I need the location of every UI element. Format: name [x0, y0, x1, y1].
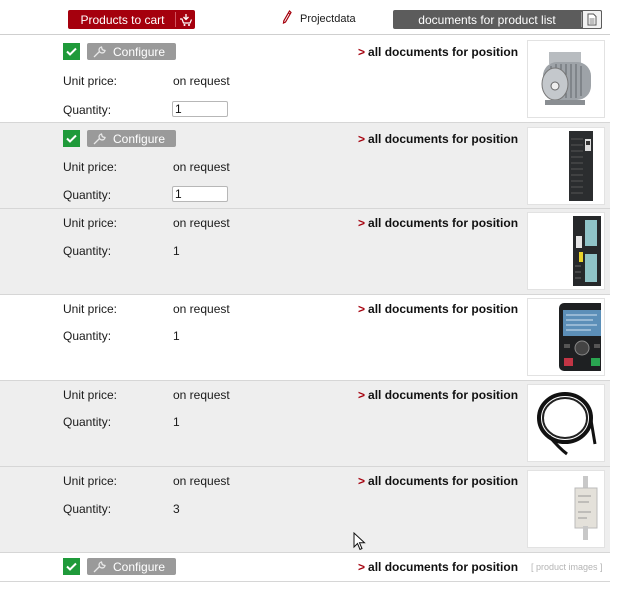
- unit-price-label: Unit price:: [63, 474, 118, 488]
- configure-button[interactable]: Configure: [87, 43, 176, 60]
- projectdata-link[interactable]: Projectdata: [282, 10, 356, 27]
- quantity-value: 1: [173, 415, 180, 429]
- product-images-placeholder: [ product images ]: [531, 562, 603, 572]
- configure-group: Configure: [63, 558, 176, 575]
- chevron-right-icon: >: [358, 132, 366, 146]
- chevron-right-icon: >: [358, 560, 366, 574]
- position-row: Configure Unit price: on request Quantit…: [0, 123, 610, 209]
- all-documents-label: all documents for position: [368, 45, 519, 59]
- unit-price-label: Unit price:: [63, 74, 118, 88]
- products-to-cart-label: Products to cart: [80, 12, 165, 27]
- wrench-icon: [93, 132, 107, 145]
- unit-price-label: Unit price:: [63, 160, 118, 174]
- pencil-icon: [282, 10, 292, 27]
- all-documents-link[interactable]: > all documents for position: [358, 302, 518, 316]
- projectdata-label: Projectdata: [300, 12, 356, 25]
- configure-label: Configure: [113, 44, 166, 59]
- products-to-cart-button[interactable]: Products to cart: [68, 10, 195, 29]
- quantity-value: 3: [173, 502, 180, 516]
- chevron-right-icon: >: [358, 302, 366, 316]
- position-row: Unit price: on request Quantity: 1 > all…: [0, 209, 610, 295]
- chevron-right-icon: >: [358, 388, 366, 402]
- mouse-cursor-icon: [353, 531, 367, 555]
- unit-price-label: Unit price:: [63, 388, 118, 402]
- position-row: Configure Unit price: on request Quantit…: [0, 36, 610, 123]
- product-image-operator-panel[interactable]: [527, 298, 605, 376]
- all-documents-link[interactable]: > all documents for position: [358, 132, 518, 146]
- product-image-cable[interactable]: [527, 384, 605, 462]
- checkmark-icon[interactable]: [63, 558, 80, 575]
- product-image-motor[interactable]: [527, 40, 605, 118]
- quantity-label: Quantity:: [63, 188, 112, 202]
- quantity-input[interactable]: [172, 186, 228, 202]
- all-documents-label: all documents for position: [368, 302, 519, 316]
- wrench-icon: [93, 560, 107, 573]
- cart-download-icon: [176, 13, 195, 27]
- all-documents-label: all documents for position: [368, 560, 519, 574]
- unit-price-label: Unit price:: [63, 216, 118, 230]
- configure-label: Configure: [113, 559, 166, 574]
- product-image-inverter-power-module[interactable]: [527, 127, 605, 205]
- all-documents-link[interactable]: > all documents for position: [358, 388, 518, 402]
- all-documents-link[interactable]: > all documents for position: [358, 474, 518, 488]
- wrench-icon: [93, 45, 107, 58]
- quantity-value: 1: [173, 244, 180, 258]
- document-icon: [582, 10, 602, 29]
- all-documents-link[interactable]: > all documents for position: [358, 560, 518, 574]
- quantity-input[interactable]: [172, 101, 228, 117]
- quantity-label: Quantity:: [63, 329, 112, 343]
- quantity-value: 1: [173, 329, 180, 343]
- position-row: Unit price: on request Quantity: 1 > all…: [0, 295, 610, 381]
- all-documents-label: all documents for position: [368, 216, 519, 230]
- checkmark-icon[interactable]: [63, 130, 80, 147]
- all-documents-label: all documents for position: [368, 474, 519, 488]
- configure-group: Configure: [63, 130, 176, 147]
- product-image-control-unit[interactable]: [527, 212, 605, 290]
- documents-for-product-list-button[interactable]: documents for product list: [393, 10, 602, 29]
- configure-button[interactable]: Configure: [87, 558, 176, 575]
- quantity-label: Quantity:: [63, 244, 112, 258]
- position-list: Configure Unit price: on request Quantit…: [0, 36, 610, 582]
- all-documents-link[interactable]: > all documents for position: [358, 45, 518, 59]
- configure-button[interactable]: Configure: [87, 130, 176, 147]
- unit-price-value: on request: [173, 160, 230, 174]
- chevron-right-icon: >: [358, 474, 366, 488]
- product-image-fuse[interactable]: [527, 470, 605, 548]
- position-row: Unit price: on request Quantity: 3 > all…: [0, 467, 610, 553]
- quantity-label: Quantity:: [63, 502, 112, 516]
- configure-group: Configure: [63, 43, 176, 60]
- chevron-right-icon: >: [358, 45, 366, 59]
- unit-price-value: on request: [173, 388, 230, 402]
- all-documents-label: all documents for position: [368, 388, 519, 402]
- unit-price-value: on request: [173, 216, 230, 230]
- position-row: Unit price: on request Quantity: 1 > all…: [0, 381, 610, 467]
- all-documents-label: all documents for position: [368, 132, 519, 146]
- configure-label: Configure: [113, 131, 166, 146]
- unit-price-value: on request: [173, 474, 230, 488]
- position-row: Configure > all documents for position […: [0, 553, 610, 582]
- documents-for-product-list-label: documents for product list: [418, 12, 556, 27]
- toolbar: Products to cart Projectdata documents f…: [0, 0, 610, 35]
- unit-price-label: Unit price:: [63, 302, 118, 316]
- all-documents-link[interactable]: > all documents for position: [358, 216, 518, 230]
- unit-price-value: on request: [173, 302, 230, 316]
- chevron-right-icon: >: [358, 216, 366, 230]
- checkmark-icon[interactable]: [63, 43, 80, 60]
- unit-price-value: on request: [173, 74, 230, 88]
- quantity-label: Quantity:: [63, 415, 112, 429]
- quantity-label: Quantity:: [63, 103, 112, 117]
